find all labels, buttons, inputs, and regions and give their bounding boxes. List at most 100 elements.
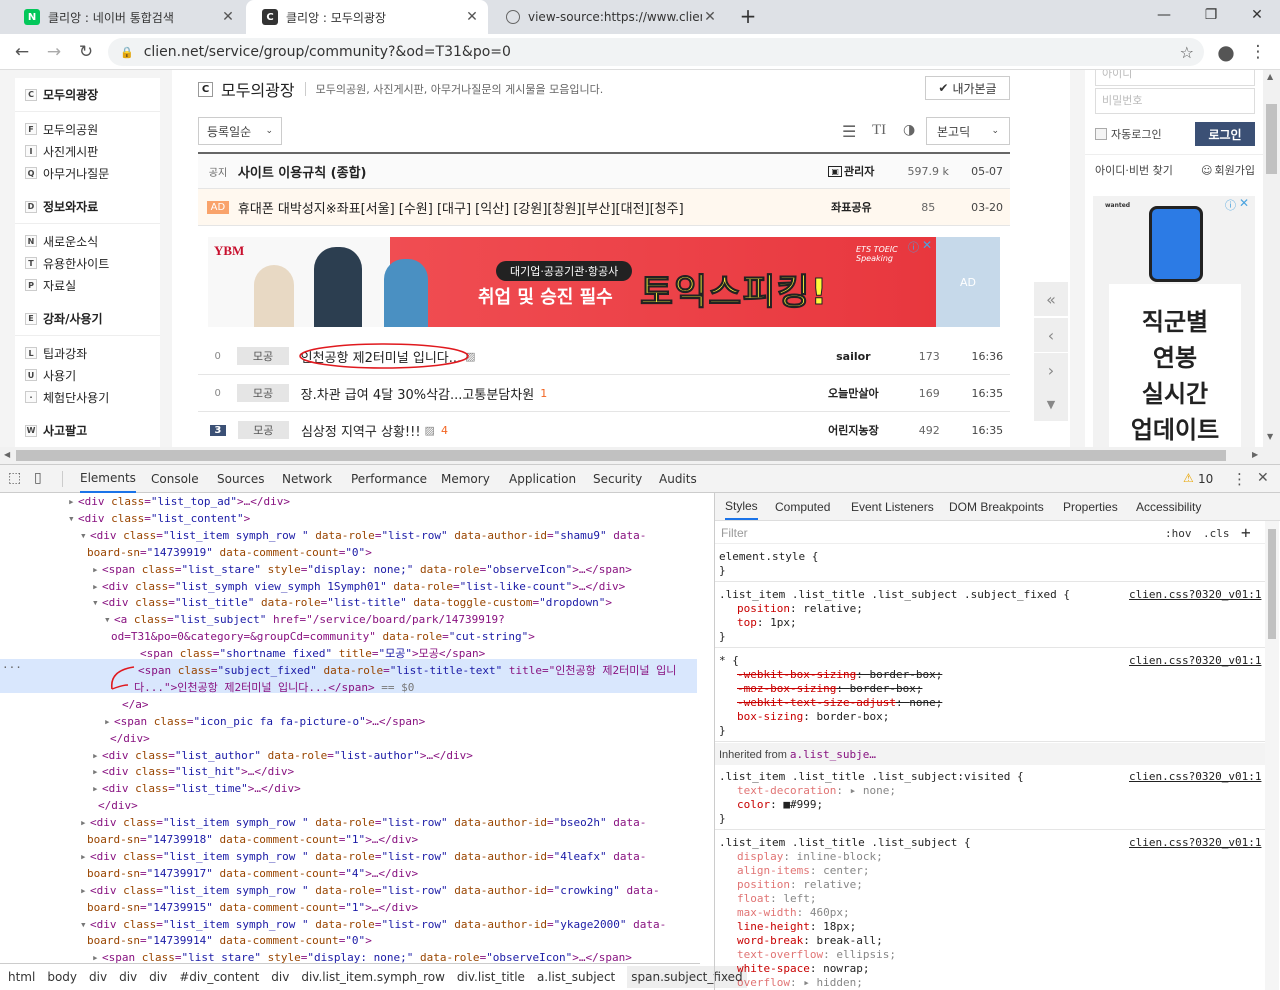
dom-node-line[interactable]: board-sn="14739917" data-comment-count="… (87, 865, 418, 882)
page-scrollbar[interactable]: ▲ ▼ (1263, 70, 1280, 447)
dom-node-line[interactable]: ▸ <div class="list_author" data-role="lis… (92, 747, 473, 764)
notice-row[interactable]: 공지 사이트 이용규칙 (종합) ▣ 관리자 597.9 k 05-07 (198, 152, 1010, 189)
css-rule-selector[interactable]: element.style { (719, 549, 818, 564)
sidebar-item[interactable]: F 모두의공원 (15, 118, 160, 140)
profile-icon[interactable]: ● (1212, 38, 1240, 66)
devtools-tab[interactable]: Application (509, 465, 576, 493)
dom-node-line[interactable]: 다...">인천공항 제2터미널 입니다...</span> == $0 (134, 679, 414, 696)
dom-node-line[interactable]: ▾ <div class="list_content"> (68, 510, 250, 527)
scroll-down-arrow[interactable]: ▼ (1267, 432, 1273, 441)
nav-group-header[interactable]: C 모두의광장 (15, 78, 160, 112)
devtools-tab[interactable]: Network (282, 465, 332, 493)
text-size-icon[interactable]: TI (872, 122, 886, 139)
inspect-element-icon[interactable]: ⬚ (8, 470, 21, 486)
dom-node-line[interactable]: ▸ <span class="list_stare" style="display… (92, 949, 632, 963)
toeic-banner-ad[interactable]: YBM 대기업·공공기관·항공사 취업 및 승진 필수 토익스피킹! ETS T… (208, 237, 936, 327)
sidebar-item[interactable]: P 자료실 (15, 274, 160, 296)
warning-icon[interactable]: ⚠ (1183, 471, 1194, 485)
breadcrumb-item[interactable]: div.list_item.symph_row (301, 970, 445, 984)
css-property[interactable]: color: ■#999; (737, 797, 823, 812)
font-select[interactable]: 본고딕 ⌄ (926, 117, 1010, 145)
dom-node-line[interactable]: ▾ <div class="list_item symph_row " data-… (80, 916, 666, 933)
window-close-icon[interactable]: ✕ (1234, 0, 1280, 30)
scroll-down-icon[interactable]: ▼ (1034, 387, 1068, 421)
list-view-icon[interactable]: ☰ (842, 122, 856, 141)
breadcrumb-item[interactable]: div (119, 970, 137, 984)
cls-toggle[interactable]: .cls (1203, 527, 1230, 540)
dom-node-line[interactable]: <span class="shortname fixed" title="모공"… (140, 645, 485, 662)
collapsed-triangle-icon[interactable]: ▸ (80, 814, 90, 831)
styles-subtab[interactable]: Accessibility (1136, 493, 1201, 520)
css-property[interactable]: align-items: center; (737, 863, 869, 878)
next-page-icon[interactable]: › (1034, 353, 1068, 387)
devtools-tab[interactable]: Security (593, 465, 642, 493)
css-property[interactable]: top: 1px; (737, 615, 797, 630)
dom-node-line[interactable]: ▾ <div class="list_title" data-role="list… (92, 594, 612, 611)
dom-node-line[interactable]: board-sn="14739914" data-comment-count="… (87, 932, 372, 949)
css-property[interactable]: word-break: break-all; (737, 933, 883, 948)
back-icon[interactable]: ← (8, 38, 36, 66)
collapsed-triangle-icon[interactable]: ▸ (80, 882, 90, 899)
dom-node-line[interactable]: ▸ <div class="list_item symph_row " data-… (80, 814, 646, 831)
devtools-tab[interactable]: Console (151, 465, 199, 493)
sidebar-item[interactable]: Q 아무거나질문 (15, 162, 160, 184)
dom-node-line[interactable]: ▸ <div class="list_time">…</div> (92, 780, 301, 797)
stylesheet-source-link[interactable]: clien.css?0320_v01:1 (1129, 587, 1261, 602)
devtools-menu-icon[interactable]: ⋮ (1232, 470, 1247, 488)
css-property[interactable]: white-space: nowrap; (737, 961, 869, 976)
collapsed-triangle-icon[interactable]: ▸ (92, 780, 102, 797)
sidebar-item[interactable]: U 사용기 (15, 364, 160, 386)
inherited-element-link[interactable]: a.list_subje… (790, 748, 876, 761)
node-menu-dots[interactable]: ··· (2, 661, 22, 674)
css-property[interactable]: position: relative; (737, 601, 863, 616)
expanded-triangle-icon[interactable]: ▾ (80, 527, 90, 544)
scroll-right-arrow[interactable]: ▶ (1252, 450, 1258, 459)
scroll-up-arrow[interactable]: ▲ (1267, 72, 1273, 81)
devtools-tab[interactable]: Elements (80, 465, 136, 493)
css-property[interactable]: -webkit-text-size-adjust: none; (737, 695, 942, 710)
sidebar-item[interactable]: L 팁과강좌 (15, 342, 160, 364)
css-rule-selector[interactable]: .list_item .list_title .list_subject:vis… (719, 769, 1264, 784)
styles-subtab[interactable]: Computed (775, 493, 830, 520)
styles-filter-input[interactable]: Filter (721, 526, 748, 540)
dom-node-line[interactable]: ▸ <div class="list_hit">…</div> (92, 763, 294, 780)
breadcrumb-item[interactable]: div (89, 970, 107, 984)
address-bar[interactable]: 🔒 clien.net/service/group/community?&od=… (108, 38, 1204, 66)
page-scrollbar-thumb[interactable] (1266, 104, 1277, 174)
css-property[interactable]: overflow: ▸ hidden; (737, 975, 863, 990)
expanded-triangle-icon[interactable]: ▾ (80, 916, 90, 933)
post-author[interactable]: 오늘만살아 (813, 385, 894, 401)
post-subject[interactable]: 심상정 지역구 상황!!! ▨ 4 (301, 421, 813, 440)
minimize-icon[interactable]: — (1141, 0, 1187, 30)
css-rule-selector[interactable]: .list_item .list_title .list_subject {cl… (719, 835, 1264, 850)
breadcrumb-item[interactable]: body (47, 970, 77, 984)
css-property[interactable]: -moz-box-sizing: border-box; (737, 681, 922, 696)
post-row[interactable]: 3 모공 심상정 지역구 상황!!! ▨ 4 어린지농장 492 16:35 (198, 412, 1010, 447)
css-rule-selector[interactable]: * {clien.css?0320_v01:1 (719, 653, 1264, 668)
collapsed-triangle-icon[interactable]: ▸ (92, 949, 102, 963)
post-author[interactable]: 어린지농장 (813, 422, 894, 438)
devtools-tab[interactable]: Memory (441, 465, 490, 493)
styles-subtab[interactable]: DOM Breakpoints (949, 493, 1044, 520)
css-property[interactable]: float: left; (737, 891, 817, 906)
post-author[interactable]: sailor (813, 350, 894, 363)
dom-node-line[interactable]: </div> (110, 730, 150, 747)
devtools-tab[interactable]: Performance (351, 465, 427, 493)
stylesheet-source-link[interactable]: clien.css?0320_v01:1 (1129, 835, 1261, 850)
collapsed-triangle-icon[interactable]: ▸ (92, 747, 102, 764)
nav-group-header[interactable]: D 정보와자료 (15, 190, 160, 224)
close-tab-icon[interactable]: ✕ (702, 9, 718, 25)
collapsed-triangle-icon[interactable]: ▸ (92, 561, 102, 578)
ad-close-icon[interactable]: ✕ (922, 238, 932, 252)
contrast-icon[interactable]: ◑ (903, 122, 915, 138)
breadcrumb-item[interactable]: html (8, 970, 35, 984)
css-property[interactable]: position: relative; (737, 877, 863, 892)
breadcrumb-item[interactable]: div (271, 970, 289, 984)
sidebar-item[interactable]: I 사진게시판 (15, 140, 160, 162)
post-subject[interactable]: 장.차관 급여 4달 30%삭감...고통분담차원 1 (301, 384, 813, 403)
dom-node-line[interactable]: ▸ <div class="list_item symph_row " data-… (80, 882, 660, 899)
breadcrumb-item[interactable]: a.list_subject (537, 970, 615, 984)
breadcrumb-item[interactable]: div.list_title (457, 970, 525, 984)
sidebar-item[interactable]: N 새로운소식 (15, 230, 160, 252)
breadcrumb-item[interactable]: div (149, 970, 167, 984)
